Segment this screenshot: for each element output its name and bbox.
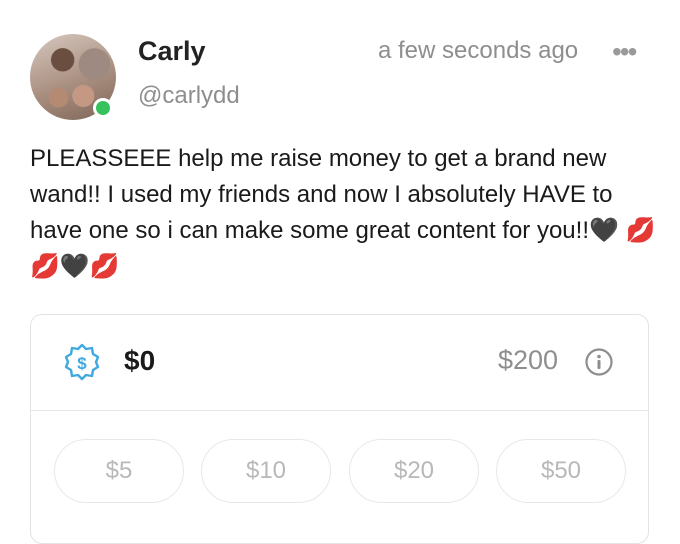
post-text: PLEASSEEE help me raise money to get a b… (30, 145, 656, 280)
username[interactable]: @carlydd (138, 82, 240, 110)
card-divider (31, 410, 648, 411)
dollar-badge-icon: $ (64, 343, 100, 381)
online-status-indicator (93, 98, 113, 118)
tip-amount-button-10[interactable]: $10 (201, 439, 331, 503)
display-name[interactable]: Carly (138, 36, 206, 67)
info-icon[interactable] (584, 347, 614, 377)
more-options-icon[interactable]: ••• (612, 36, 637, 68)
goal-amount: $200 (498, 345, 559, 375)
tip-amount-button-20[interactable]: $20 (349, 439, 479, 503)
tip-amount-button-50[interactable]: $50 (496, 439, 626, 503)
post-timestamp[interactable]: a few seconds ago (378, 37, 578, 65)
raised-amount: $0 (124, 345, 156, 376)
fundraising-tip-card: $ $0 $200 $5 $10 $20 $50 (30, 314, 649, 544)
svg-text:$: $ (77, 354, 87, 373)
tip-amount-button-5[interactable]: $5 (54, 439, 184, 503)
